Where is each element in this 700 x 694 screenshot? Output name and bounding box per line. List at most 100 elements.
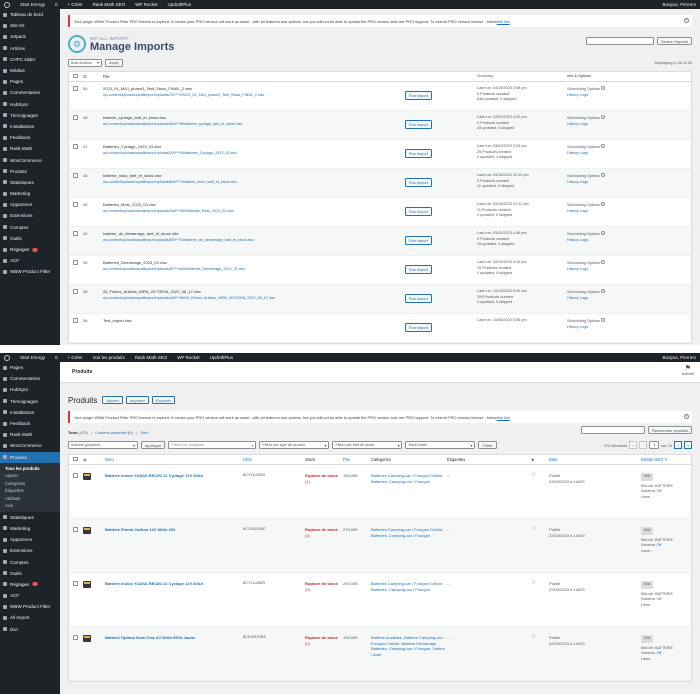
product-name-link[interactable]: Batterie Plomb Carbon 12V 80Ah 20h	[105, 527, 243, 532]
scheduling-link[interactable]: Scheduling Options	[567, 318, 691, 325]
history-logs-link[interactable]: History Logs	[567, 267, 691, 273]
sidebar-item-woocommerce[interactable]: WooCommerce	[0, 154, 60, 165]
prev-page-button[interactable]: ‹	[639, 441, 648, 449]
run-import-button[interactable]: Run Import	[405, 236, 432, 245]
history-logs-link[interactable]: History Logs	[567, 209, 691, 215]
product-categories[interactable]: Batteries Camping-car / Fourgon Cellule,…	[371, 527, 447, 538]
filter-all[interactable]: Tous (470)	[68, 430, 88, 435]
search-products-button[interactable]: Rechercher produits	[647, 426, 692, 434]
help-icon[interactable]	[600, 318, 605, 322]
scheduling-link[interactable]: Scheduling Options	[567, 86, 691, 93]
adminbar-item[interactable]: + Créer	[68, 355, 83, 360]
scheduling-link[interactable]: Scheduling Options	[567, 202, 691, 209]
sidebar-item-acf[interactable]: ACF	[0, 590, 60, 601]
sidebar-item-media[interactable]: Médias	[0, 65, 60, 76]
filter-sort[interactable]: Trier	[140, 430, 148, 435]
col-sku[interactable]: UGS	[243, 457, 305, 462]
sidebar-item-acf[interactable]: ACF	[0, 255, 60, 266]
scheduling-link[interactable]: Scheduling Options	[567, 115, 691, 122]
row-checkbox[interactable]	[73, 527, 78, 532]
run-import-button[interactable]: Run Import	[405, 149, 432, 158]
sidebar-item-woocommerce[interactable]: WooCommerce	[0, 440, 60, 451]
search-imports-button[interactable]: Search Imports	[656, 37, 692, 45]
sidebar-item-stats[interactable]: Statistiques	[0, 177, 60, 188]
adminbar-item[interactable]: Rank Math SEO	[135, 355, 168, 360]
adminbar-item[interactable]: Rank Math SEO	[93, 2, 126, 7]
product-categories[interactable]: Batterie Auxiliaire, Batterie Camping-ca…	[371, 635, 447, 657]
history-logs-link[interactable]: History Logs	[567, 296, 691, 302]
sidebar-item-comment[interactable]: Commentaires	[0, 87, 60, 98]
sidebar-item-sitekit[interactable]: Site Kit	[0, 20, 60, 31]
edit-icon[interactable]: ✎	[664, 457, 667, 462]
sidebar-item-rankmath[interactable]: Rank Math	[0, 429, 60, 440]
sidebar-item-wrench[interactable]: Outils	[0, 233, 60, 244]
sidebar-item-product[interactable]: Produits	[0, 166, 60, 177]
stock-filter[interactable]: Filtrer par état de stock	[332, 441, 403, 449]
sidebar-item-import[interactable]: All Import	[0, 612, 60, 623]
col-file[interactable]: File	[103, 74, 477, 79]
first-page-button[interactable]: «	[629, 441, 638, 449]
sidebar-item-user[interactable]: Comptes	[0, 556, 60, 567]
sidebar-item-plugin[interactable]: Extensions	[0, 545, 60, 556]
help-icon[interactable]	[600, 202, 605, 206]
seo-filter[interactable]: Rank Math	[405, 441, 476, 449]
dismiss-icon[interactable]: ×	[684, 414, 689, 419]
help-icon[interactable]	[600, 86, 605, 90]
featured-col-icon[interactable]: ★	[531, 457, 549, 462]
add-product-button[interactable]: Ajouter	[102, 396, 124, 404]
user-greeting[interactable]: Bonjour, Pierrem	[662, 2, 696, 7]
featured-star-icon[interactable]: ☆	[531, 634, 549, 640]
notice-link[interactable]: this link	[497, 415, 510, 420]
help-icon[interactable]	[600, 173, 605, 177]
col-date[interactable]: Date	[549, 457, 641, 462]
history-logs-link[interactable]: History Logs	[567, 180, 691, 186]
bulk-actions-select[interactable]: Actions groupées	[68, 441, 138, 449]
sidebar-item-hubspot[interactable]: HubSpot	[0, 99, 60, 110]
select-all-checkbox[interactable]	[73, 456, 78, 462]
scheduling-link[interactable]: Scheduling Options	[567, 173, 691, 180]
last-page-button[interactable]: »	[684, 441, 692, 449]
product-thumbnail[interactable]	[83, 473, 91, 480]
sidebar-item-brush[interactable]: Apparence	[0, 534, 60, 545]
sidebar-item-divi[interactable]: Divi	[0, 624, 60, 635]
schema-value[interactable]: Off	[657, 543, 662, 547]
sidebar-item-filter[interactable]: WBW Product Filter	[0, 266, 60, 277]
row-checkbox[interactable]	[73, 581, 78, 586]
export-button[interactable]: Exporter	[151, 396, 176, 404]
next-page-button[interactable]: ›	[674, 441, 682, 449]
sidebar-item-hubspot[interactable]: HubSpot	[0, 384, 60, 395]
type-filter[interactable]: Filtrer par type de produit	[259, 441, 330, 449]
sidebar-item-testimonial[interactable]: Témoignages	[0, 396, 60, 407]
product-search-input[interactable]	[580, 426, 645, 434]
sidebar-item-page[interactable]: Pages	[0, 362, 60, 373]
scheduling-link[interactable]: Scheduling Options	[567, 289, 691, 296]
product-name-link[interactable]: Batterie Inoius YUASA REC80-12 Cyclage 1…	[105, 581, 243, 586]
run-import-button[interactable]: Run Import	[405, 323, 432, 332]
featured-star-icon[interactable]: ☆	[531, 526, 549, 532]
schema-value[interactable]: Off	[657, 489, 662, 493]
product-categories[interactable]: Batteries Camping-car / Fourgon Cellule,…	[371, 581, 447, 592]
sidebar-item-feedback[interactable]: Feedback	[0, 132, 60, 143]
submenu-item[interactable]: Étiquettes	[0, 487, 60, 495]
sidebar-item-comment[interactable]: Commentaires	[0, 373, 60, 384]
featured-star-icon[interactable]: ☆	[531, 472, 549, 478]
scheduling-link[interactable]: Scheduling Options	[567, 231, 691, 238]
import-button[interactable]: Importer	[126, 396, 149, 404]
sidebar-item-stats[interactable]: Statistiques	[0, 512, 60, 523]
submenu-item[interactable]: Catégories	[0, 480, 60, 488]
activity-button[interactable]: ⚑ Activité	[682, 364, 694, 376]
category-filter[interactable]: Filtrer par catégorie	[168, 441, 257, 449]
run-import-button[interactable]: Run Import	[405, 91, 432, 100]
product-categories[interactable]: Batteries Camping-car / Fourgon Cellule,…	[371, 473, 447, 484]
adminbar-item[interactable]: Start Energy	[20, 355, 45, 360]
user-greeting[interactable]: Bonjour, Pierrem	[662, 355, 696, 360]
submenu-item[interactable]: Avis	[0, 502, 60, 510]
apply-button[interactable]: Apply	[105, 58, 124, 67]
schema-value[interactable]: Off	[657, 651, 662, 655]
submenu-item[interactable]: Attributs	[0, 495, 60, 503]
run-import-button[interactable]: Run Import	[405, 120, 432, 129]
product-name-link[interactable]: Batterie Optima Semi-Trac 6V 50Ah 690A J…	[105, 635, 243, 640]
sidebar-item-user[interactable]: Comptes	[0, 222, 60, 233]
adminbar-item[interactable]: + Créer	[68, 2, 83, 7]
row-checkbox[interactable]	[73, 173, 78, 178]
